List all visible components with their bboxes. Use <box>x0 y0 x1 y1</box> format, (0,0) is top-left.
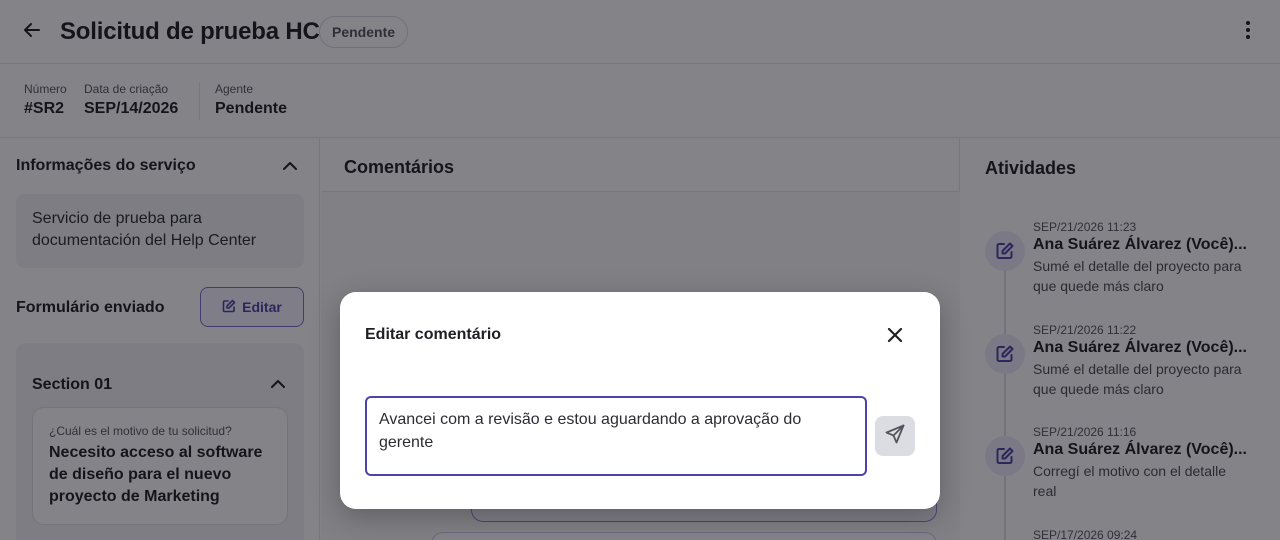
comment-textarea[interactable]: Avancei com a revisão e estou aguardando… <box>365 396 867 476</box>
send-button[interactable] <box>875 416 915 456</box>
close-button[interactable] <box>882 324 908 350</box>
dialog-title: Editar comentário <box>365 326 502 343</box>
send-icon <box>884 423 906 450</box>
close-icon <box>887 327 903 348</box>
edit-comment-dialog: Editar comentário Avancei com a revisão … <box>340 292 940 509</box>
